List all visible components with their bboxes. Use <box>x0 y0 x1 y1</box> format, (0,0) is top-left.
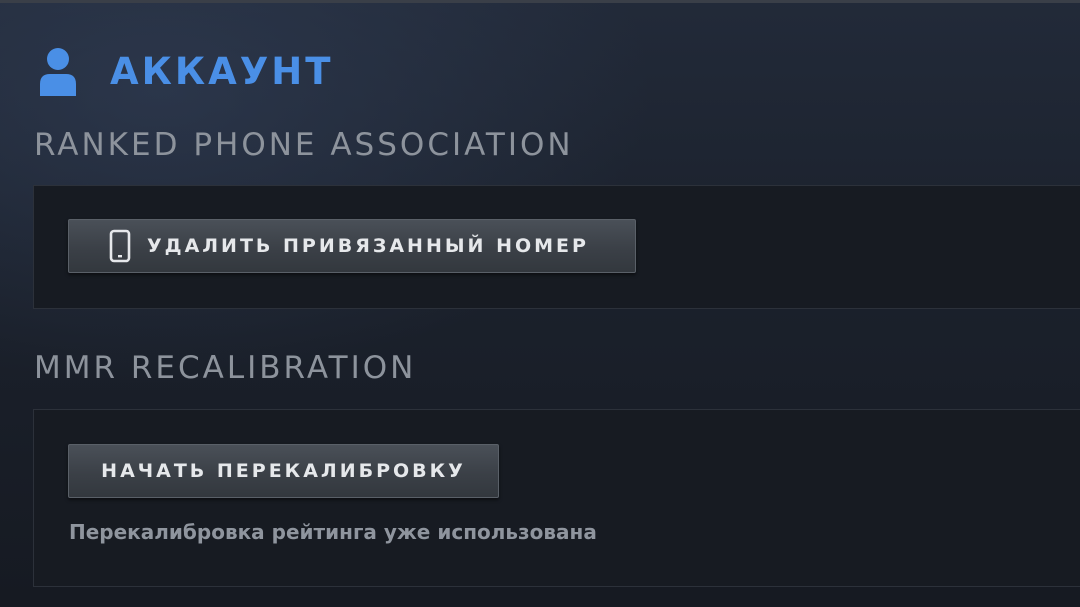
recalibration-status-note: Перекалибровка рейтинга уже использована <box>69 520 597 544</box>
account-header: АККАУНТ <box>36 44 334 100</box>
start-recalibration-button-label: НАЧАТЬ ПЕРЕКАЛИБРОВКУ <box>101 460 466 482</box>
remove-phone-button-label: УДАЛИТЬ ПРИВЯЗАННЫЙ НОМЕР <box>147 235 589 257</box>
phone-icon <box>107 228 133 264</box>
remove-phone-button[interactable]: УДАЛИТЬ ПРИВЯЗАННЫЙ НОМЕР <box>68 219 636 273</box>
top-divider <box>0 0 1080 3</box>
start-recalibration-button[interactable]: НАЧАТЬ ПЕРЕКАЛИБРОВКУ <box>68 444 499 498</box>
section-title-phone-association: RANKED PHONE ASSOCIATION <box>34 127 574 163</box>
page-title: АККАУНТ <box>110 50 334 93</box>
user-icon <box>36 44 80 100</box>
section-panel-mmr-recalibration <box>33 409 1080 587</box>
account-settings-screen: АККАУНТ RANKED PHONE ASSOCIATION УДАЛИТЬ… <box>0 0 1080 607</box>
section-title-mmr-recalibration: MMR RECALIBRATION <box>34 350 417 386</box>
